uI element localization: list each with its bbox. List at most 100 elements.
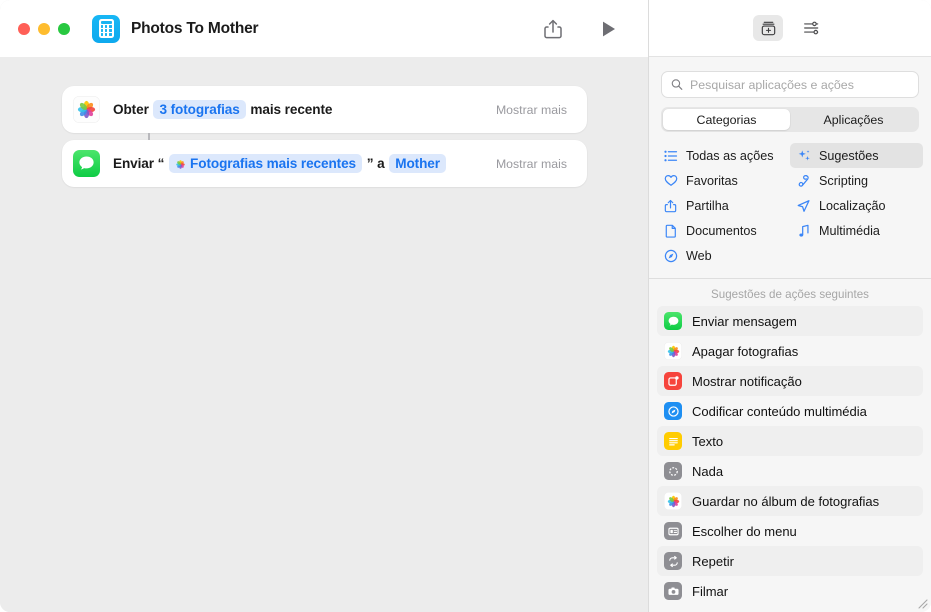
- tab-categorias[interactable]: Categorias: [663, 109, 790, 130]
- media-encode-icon: [664, 402, 682, 420]
- category-scripting[interactable]: Scripting: [790, 168, 923, 193]
- show-more-button[interactable]: Mostrar mais: [496, 157, 567, 171]
- category-grid: Todas as ações Sugestões Favoritas Scrip…: [649, 143, 931, 279]
- search-field[interactable]: [661, 71, 919, 98]
- action-text: Obter 3 fotografias mais recente: [113, 100, 332, 119]
- zoom-window-button[interactable]: [58, 22, 70, 35]
- share-icon: [663, 199, 678, 213]
- photos-app-icon: [664, 492, 682, 510]
- category-web[interactable]: Web: [657, 243, 790, 268]
- list-item-label: Codificar conteúdo multimédia: [692, 403, 867, 419]
- shortcuts-window: Photos To Mother Obter 3 fotografias mai…: [0, 0, 931, 612]
- list-item[interactable]: Repetir: [657, 546, 923, 576]
- list-item[interactable]: Apagar fotografias: [657, 336, 923, 366]
- suggestions-list[interactable]: Enviar mensagem Apagar fotografias Mostr…: [649, 306, 931, 612]
- photos-app-icon: [664, 342, 682, 360]
- parameter-token-photos[interactable]: Fotografias mais recentes: [169, 154, 363, 173]
- action-card[interactable]: Obter 3 fotografias mais recente Mostrar…: [62, 86, 587, 133]
- list-item-label: Escolher do menu: [692, 523, 797, 539]
- category-label: Scripting: [819, 173, 868, 188]
- action-library-button[interactable]: [753, 15, 783, 41]
- category-label: Partilha: [686, 198, 729, 213]
- list-item[interactable]: Guardar no álbum de fotografias: [657, 486, 923, 516]
- shortcuts-calculator-icon: [92, 14, 120, 43]
- category-label: Todas as ações: [686, 148, 774, 163]
- title-bar-actions: [540, 16, 630, 42]
- heart-icon: [663, 174, 678, 187]
- list-item-label: Repetir: [692, 553, 734, 569]
- token-label: 3 fotografias: [159, 102, 240, 117]
- action-connector: [148, 133, 150, 140]
- list-item[interactable]: Filmar: [657, 576, 923, 606]
- show-more-button[interactable]: Mostrar mais: [496, 103, 567, 117]
- list-item[interactable]: Codificar conteúdo multimédia: [657, 396, 923, 426]
- list-item-label: Mostrar notificação: [692, 373, 802, 389]
- list-item-label: Nada: [692, 463, 724, 479]
- category-sugestoes[interactable]: Sugestões: [790, 143, 923, 168]
- list-item-label: Guardar no álbum de fotografias: [692, 493, 880, 509]
- messages-app-icon: [73, 150, 100, 177]
- window-resize-grip[interactable]: [916, 597, 928, 609]
- shortcut-details-sliders-icon: [804, 21, 819, 35]
- category-label: Multimédia: [819, 223, 880, 238]
- category-favoritas[interactable]: Favoritas: [657, 168, 790, 193]
- list-item[interactable]: Texto: [657, 426, 923, 456]
- list-bullet-icon: [663, 150, 678, 162]
- parameter-token-recipient[interactable]: Mother: [389, 154, 446, 173]
- list-item-label: Apagar fotografias: [692, 343, 799, 359]
- photos-app-icon: [73, 96, 100, 123]
- list-item[interactable]: Nada: [657, 456, 923, 486]
- list-item[interactable]: Enviar mensagem: [657, 306, 923, 336]
- list-item-label: Enviar mensagem: [692, 313, 797, 329]
- library-segmented-control[interactable]: Categorias Aplicações: [661, 107, 919, 132]
- minimize-window-button[interactable]: [38, 22, 50, 35]
- repeat-icon: [664, 552, 682, 570]
- notification-icon: [664, 372, 682, 390]
- play-icon: [603, 21, 615, 36]
- search-icon: [671, 79, 683, 90]
- list-item[interactable]: Mostrar notificação: [657, 366, 923, 396]
- messages-app-icon: [664, 312, 682, 330]
- token-label: Mother: [395, 156, 440, 171]
- document-icon: [663, 224, 678, 238]
- close-window-button[interactable]: [18, 22, 30, 35]
- shortcut-details-button[interactable]: [797, 15, 827, 41]
- library-header: [649, 0, 931, 57]
- action-middle: ” a: [366, 156, 385, 171]
- category-label: Localização: [819, 198, 886, 213]
- menu-choose-icon: [664, 522, 682, 540]
- action-prefix: Enviar “: [113, 156, 165, 171]
- action-card[interactable]: Enviar “ Fotografias mais recentes ” a M…: [62, 133, 587, 187]
- category-label: Favoritas: [686, 173, 738, 188]
- share-button[interactable]: [540, 16, 566, 42]
- safari-compass-icon: [663, 249, 678, 263]
- suggestions-header: Sugestões de ações seguintes: [711, 288, 869, 301]
- message-bubble-icon: [79, 156, 94, 170]
- share-icon: [544, 19, 562, 38]
- camera-icon: [664, 582, 682, 600]
- photos-token-icon: [175, 158, 186, 169]
- category-label: Documentos: [686, 223, 757, 238]
- workflow-canvas[interactable]: Obter 3 fotografias mais recente Mostrar…: [0, 57, 648, 612]
- category-multimedia[interactable]: Multimédia: [790, 218, 923, 243]
- scripting-ribbon-icon: [796, 174, 811, 188]
- action-text: Enviar “ Fotografias mais recentes ” a M…: [113, 154, 447, 173]
- category-partilha[interactable]: Partilha: [657, 193, 790, 218]
- traffic-lights: [18, 22, 70, 35]
- sparkles-icon: [796, 149, 811, 163]
- category-localizacao[interactable]: Localização: [790, 193, 923, 218]
- token-label: Fotografias mais recentes: [190, 156, 357, 171]
- list-item[interactable]: Escolher do menu: [657, 516, 923, 546]
- tab-aplicacoes[interactable]: Aplicações: [790, 109, 917, 130]
- music-note-icon: [796, 224, 811, 238]
- parameter-token-count[interactable]: 3 fotografias: [153, 100, 246, 119]
- editor-pane: Photos To Mother Obter 3 fotografias mai…: [0, 0, 648, 612]
- category-label: Web: [686, 248, 712, 263]
- run-shortcut-button[interactable]: [596, 16, 622, 42]
- action-prefix: Obter: [113, 102, 149, 117]
- action-library-icon: [761, 21, 775, 35]
- category-documentos[interactable]: Documentos: [657, 218, 790, 243]
- library-pane: Categorias Aplicações Todas as ações: [648, 0, 931, 612]
- search-input[interactable]: [689, 77, 909, 92]
- category-todas-as-acoes[interactable]: Todas as ações: [657, 143, 790, 168]
